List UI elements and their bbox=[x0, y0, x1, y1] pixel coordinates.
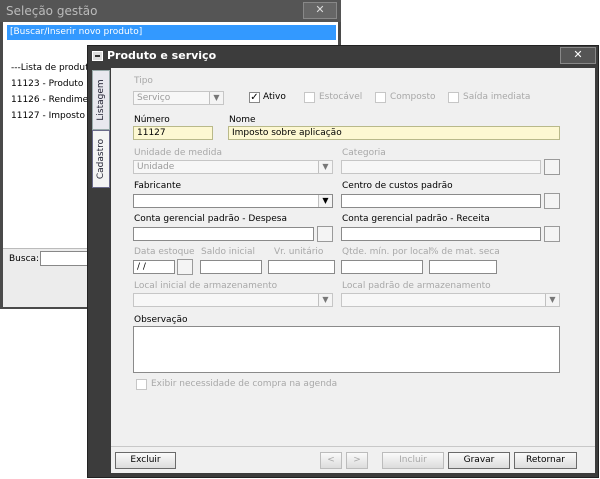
local-padrao-label: Local padrão de armazenamento bbox=[342, 281, 491, 291]
local-inicial-label: Local inicial de armazenamento bbox=[134, 281, 278, 291]
unidade-value: Unidade bbox=[137, 162, 175, 172]
numero-label: Número bbox=[134, 115, 170, 125]
tab-cadastro-label: Cadastro bbox=[96, 138, 106, 180]
categoria-input[interactable] bbox=[341, 160, 541, 174]
mat-seca-input[interactable] bbox=[429, 260, 497, 274]
chevron-down-icon: ▼ bbox=[209, 92, 223, 104]
conta-despesa-lookup-button[interactable] bbox=[317, 226, 333, 242]
data-estoque-label: Data estoque bbox=[134, 247, 195, 257]
mat-seca-label: % de mat. seca bbox=[430, 247, 500, 257]
fabricante-select[interactable]: ▼ bbox=[133, 194, 333, 208]
window-menu-icon[interactable] bbox=[92, 51, 103, 61]
chevron-down-icon: ▼ bbox=[318, 161, 332, 173]
search-label: Busca: bbox=[9, 254, 40, 264]
chevron-down-icon: ▼ bbox=[318, 294, 332, 306]
gravar-button[interactable]: Gravar bbox=[448, 452, 510, 469]
saida-imediata-label: Saída imediata bbox=[463, 92, 531, 102]
chevron-down-icon: ▼ bbox=[545, 294, 559, 306]
tab-listagem[interactable]: Listagem bbox=[92, 70, 110, 130]
conta-receita-input[interactable] bbox=[341, 227, 541, 241]
product-service-dialog: Produto e serviço ✕ Listagem Cadastro Ti… bbox=[87, 45, 599, 478]
data-estoque-input[interactable]: / / bbox=[133, 260, 175, 274]
local-padrao-select[interactable]: ▼ bbox=[341, 293, 560, 307]
calendar-button[interactable] bbox=[177, 259, 193, 275]
exibir-necessidade-label: Exibir necessidade de compra na agenda bbox=[151, 379, 338, 389]
next-button[interactable]: > bbox=[346, 452, 368, 469]
dialog-title: Produto e serviço bbox=[107, 49, 217, 62]
conta-receita-lookup-button[interactable] bbox=[544, 226, 560, 242]
saida-imediata-checkbox[interactable] bbox=[448, 92, 459, 103]
ativo-checkbox[interactable]: ✓ bbox=[249, 92, 260, 103]
form-panel: Tipo Serviço ▼ ✓ Ativo Estocável Compost… bbox=[111, 68, 595, 473]
categoria-lookup-button[interactable] bbox=[544, 159, 560, 175]
list-item[interactable]: 11126 - Rendiment bbox=[11, 95, 97, 105]
retornar-button[interactable]: Retornar bbox=[514, 452, 577, 469]
conta-despesa-label: Conta gerencial padrão - Despesa bbox=[134, 214, 287, 224]
incluir-button[interactable]: Incluir bbox=[382, 452, 444, 469]
list-item[interactable]: 11123 - Produto 1 bbox=[11, 79, 92, 89]
selection-window-title: Seleção gestão bbox=[0, 0, 341, 22]
numero-input[interactable]: 11127 bbox=[133, 126, 213, 140]
centro-custos-input[interactable] bbox=[341, 194, 541, 208]
list-item[interactable]: 11127 - Imposto so bbox=[11, 111, 98, 121]
qtde-min-input[interactable] bbox=[341, 260, 423, 274]
estocavel-label: Estocável bbox=[319, 92, 363, 102]
conta-receita-label: Conta gerencial padrão - Receita bbox=[342, 214, 490, 224]
list-item-search-insert[interactable]: [Buscar/Inserir novo produto] bbox=[7, 25, 336, 40]
observacao-textarea[interactable] bbox=[133, 326, 560, 373]
tipo-label: Tipo bbox=[134, 76, 153, 86]
qtde-min-label: Qtde. mín. por local bbox=[342, 247, 432, 257]
list-item[interactable]: ---Lista de produtos bbox=[11, 63, 99, 73]
categoria-label: Categoria bbox=[342, 148, 386, 158]
dialog-close-button[interactable]: ✕ bbox=[560, 47, 596, 64]
chevron-down-icon: ▼ bbox=[318, 195, 332, 207]
composto-checkbox[interactable] bbox=[375, 92, 386, 103]
nome-label: Nome bbox=[229, 115, 256, 125]
conta-despesa-input[interactable] bbox=[133, 227, 314, 241]
fabricante-label: Fabricante bbox=[134, 181, 182, 191]
dialog-titlebar: Produto e serviço bbox=[88, 46, 598, 66]
observacao-label: Observação bbox=[134, 315, 188, 325]
nome-input[interactable]: Imposto sobre aplicação bbox=[228, 126, 560, 140]
button-bar: Excluir < > Incluir Gravar Retornar bbox=[111, 446, 595, 473]
saldo-inicial-label: Saldo inicial bbox=[201, 247, 255, 257]
local-inicial-select[interactable]: ▼ bbox=[133, 293, 333, 307]
excluir-button[interactable]: Excluir bbox=[115, 452, 176, 469]
tipo-select[interactable]: Serviço ▼ bbox=[133, 91, 224, 105]
saldo-inicial-input[interactable] bbox=[200, 260, 262, 274]
vr-unitario-label: Vr. unitário bbox=[274, 247, 324, 257]
tab-cadastro[interactable]: Cadastro bbox=[92, 130, 110, 188]
unidade-select[interactable]: Unidade ▼ bbox=[133, 160, 333, 174]
estocavel-checkbox[interactable] bbox=[304, 92, 315, 103]
selection-window-close-button[interactable]: ✕ bbox=[303, 2, 337, 19]
previous-button[interactable]: < bbox=[320, 452, 342, 469]
centro-custos-lookup-button[interactable] bbox=[544, 193, 560, 209]
unidade-label: Unidade de medida bbox=[134, 148, 222, 158]
centro-custos-label: Centro de custos padrão bbox=[342, 181, 453, 191]
exibir-necessidade-checkbox[interactable] bbox=[136, 379, 147, 390]
tab-listagem-label: Listagem bbox=[96, 79, 106, 121]
composto-label: Composto bbox=[390, 92, 436, 102]
ativo-label: Ativo bbox=[263, 92, 286, 102]
tipo-value: Serviço bbox=[137, 93, 171, 103]
vr-unitario-input[interactable] bbox=[268, 260, 335, 274]
